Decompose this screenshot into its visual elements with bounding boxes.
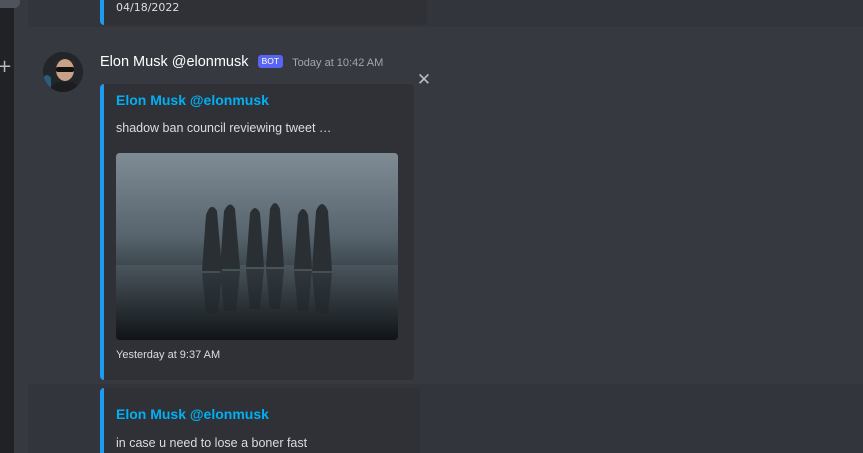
close-icon[interactable]: ✕ (416, 72, 432, 89)
embed-description: shadow ban council reviewing tweet … (116, 121, 332, 135)
embed-previous-date: 04/18/2022 (116, 1, 180, 14)
avatar-photo-icon (43, 52, 83, 92)
server-rail: + (0, 0, 20, 453)
add-server-icon[interactable]: + (0, 58, 12, 76)
bot-badge: BOT (257, 55, 284, 68)
message-timestamp: Today at 10:42 AM (292, 57, 384, 69)
embed-next-title[interactable]: Elon Musk @elonmusk (116, 406, 269, 422)
embed-footer-timestamp: Yesterday at 9:37 AM (116, 349, 221, 361)
embed-image[interactable] (116, 153, 398, 340)
server-pill[interactable] (0, 0, 20, 8)
avatar[interactable] (43, 52, 83, 92)
hooded-figures-photo-icon (116, 153, 398, 340)
embed-title[interactable]: Elon Musk @elonmusk (116, 92, 269, 108)
embed-next: Elon Musk @elonmusk in case u need to lo… (100, 388, 420, 453)
embed-card: Elon Musk @elonmusk shadow ban council r… (100, 84, 414, 380)
message-header: Elon Musk @elonmusk BOT Today at 10:42 A… (100, 51, 383, 71)
embed-next-description: in case u need to lose a boner fast (116, 436, 308, 450)
embed-previous: 04/18/2022 (100, 0, 427, 25)
author-name[interactable]: Elon Musk @elonmusk (100, 54, 249, 70)
chat-view: + 04/18/2022 Elon Musk @elonmusk BOT Tod… (0, 0, 863, 453)
